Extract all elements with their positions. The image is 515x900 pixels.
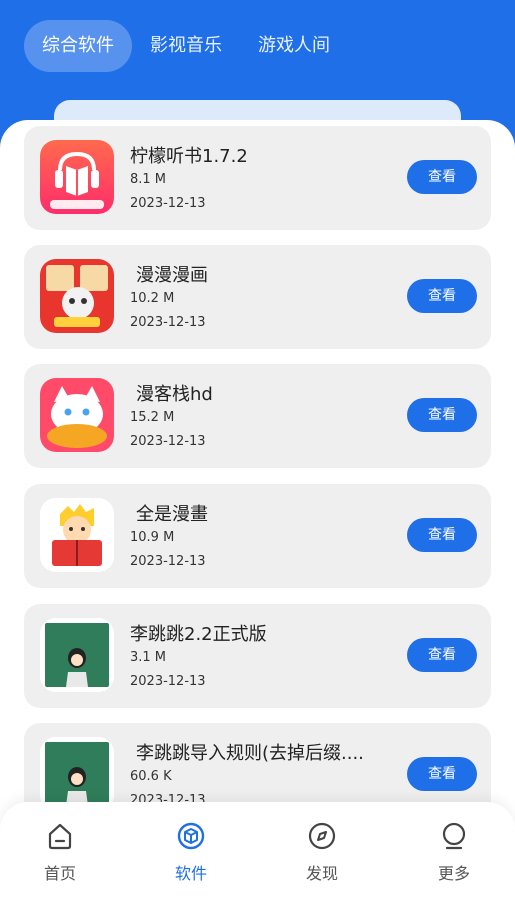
nav-label: 发现 [305,864,338,883]
tab-video-music[interactable]: 影视音乐 [132,20,240,72]
app-size: 10.9 M [130,530,175,545]
nav-home[interactable]: 首页 [20,820,100,884]
app-size: 3.1 M [130,650,167,665]
app-size: 15.2 M [130,410,175,425]
view-button[interactable]: 查看 [407,638,477,672]
list-item[interactable]: 漫漫漫画 10.2 M 2023-12-13 查看 [24,245,491,349]
girl-chalkboard-icon [40,737,114,811]
tab-comprehensive-software[interactable]: 综合软件 [24,20,132,72]
nav-more[interactable]: 更多 [414,820,494,884]
list-item[interactable]: 全是漫畫 10.9 M 2023-12-13 查看 [24,484,491,588]
nav-label: 更多 [437,864,470,883]
nav-label: 软件 [174,864,207,883]
view-button[interactable]: 查看 [407,518,477,552]
manman-comic-icon [40,259,114,333]
app-name: 柠檬听书1.7.2 [130,146,248,167]
app-name: 漫客栈hd [136,384,213,405]
nav-label: 首页 [43,864,76,883]
list-item[interactable]: 柠檬听书1.7.2 8.1 M 2023-12-13 查看 [24,126,491,230]
app-name: 李跳跳2.2正式版 [130,624,267,645]
view-button[interactable]: 查看 [407,160,477,194]
app-name: 漫漫漫画 [136,265,208,286]
app-list: 柠檬听书1.7.2 8.1 M 2023-12-13 查看 漫漫漫画 10.2 … [0,120,515,900]
cube-icon [177,822,205,850]
view-button[interactable]: 查看 [407,398,477,432]
app-date: 2023-12-13 [130,196,206,211]
view-button[interactable]: 查看 [407,757,477,791]
nav-software[interactable]: 软件 [151,820,231,884]
app-name: 李跳跳导入规则(去掉后缀.... [136,743,364,764]
lemon-book-icon [40,140,114,214]
app-size: 60.6 K [130,769,172,784]
view-button[interactable]: 查看 [407,279,477,313]
app-size: 10.2 M [130,291,175,306]
list-item[interactable]: 李跳跳2.2正式版 3.1 M 2023-12-13 查看 [24,604,491,708]
app-date: 2023-12-13 [130,554,206,569]
cat-comic-icon [40,378,114,452]
app-date: 2023-12-13 [130,674,206,689]
app-size: 8.1 M [130,172,167,187]
category-tabs: 综合软件 影视音乐 游戏人间 [24,20,348,72]
bottom-nav: 首页 软件 发现 更多 [0,802,515,900]
tab-games[interactable]: 游戏人间 [240,20,348,72]
girl-chalkboard-icon [40,618,114,692]
app-date: 2023-12-13 [130,315,206,330]
app-name: 全是漫畫 [136,504,208,525]
reading-boy-icon [40,498,114,572]
list-item[interactable]: 漫客栈hd 15.2 M 2023-12-13 查看 [24,364,491,468]
compass-icon [308,822,336,850]
app-date: 2023-12-13 [130,434,206,449]
home-icon [48,823,72,850]
more-icon [442,822,466,850]
nav-discover[interactable]: 发现 [282,820,362,884]
